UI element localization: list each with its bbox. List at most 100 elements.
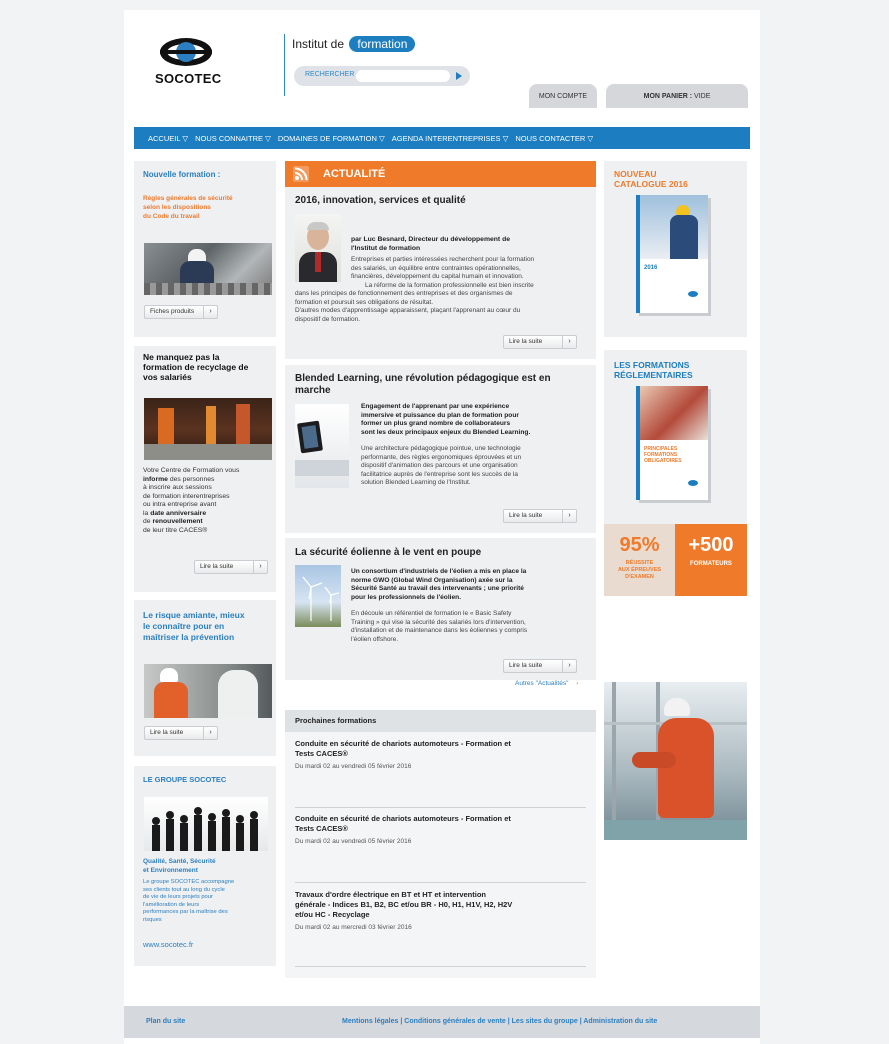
article-title[interactable]: La sécurité éolienne à le vent en poupe: [295, 547, 481, 558]
body-line: Entreprises et parties intéressées reche…: [351, 256, 535, 263]
title-line: NOUVEAU: [614, 169, 657, 179]
rss-icon[interactable]: [293, 166, 309, 182]
institut-label: Institut de: [292, 37, 345, 51]
article2-read-more-button[interactable]: Lire la suite ›: [503, 509, 577, 523]
text-line: de formation interentreprises: [143, 492, 230, 500]
text-line: la date anniversaire: [143, 510, 239, 519]
text-line: de leur titre CACES®: [143, 526, 208, 534]
socotec-logo-icon[interactable]: [154, 32, 218, 96]
text-line: de vie de leurs projets pour: [143, 894, 213, 900]
footer-link-cgv[interactable]: Conditions générales de vente: [404, 1018, 506, 1025]
nav-domaines[interactable]: DOMAINES DE FORMATION ▽: [278, 134, 385, 143]
warehouse-photo: [144, 398, 272, 460]
footer-plan-du-site-link[interactable]: Plan du site: [146, 1018, 185, 1025]
worker-photo: [144, 243, 272, 295]
article-securite-eolienne: La sécurité éolienne à le vent en poupe …: [285, 538, 596, 680]
nav-nous-connaitre[interactable]: NOUS CONNAITRE ▽: [195, 134, 271, 143]
fiches-produits-button[interactable]: Fiches produits ›: [144, 305, 218, 319]
footer-link-administration[interactable]: Administration du site: [583, 1018, 657, 1025]
training-item[interactable]: Conduite en sécurité de chariots automot…: [295, 814, 590, 845]
footer: Plan du site Mentions légales | Conditio…: [124, 1006, 760, 1038]
divider: [295, 882, 586, 883]
footer-link-sites-groupe[interactable]: Les sites du groupe: [512, 1018, 578, 1025]
lead-line: norme GWO (Global Wind Organisation) axé…: [351, 576, 513, 584]
lead-line: pour les professionnels de l'éolien.: [351, 593, 462, 601]
article-title[interactable]: Blended Learning, une révolution pédagog…: [295, 373, 551, 397]
author-line: l'Institut de formation: [351, 244, 421, 252]
cart-value: VIDE: [694, 93, 711, 100]
article1-read-more-button[interactable]: Lire la suite ›: [503, 335, 577, 349]
bold-text: date anniversaire: [150, 509, 207, 517]
stat-reussite: 95% RÉUSSITE AUX ÉPREUVES D'EXAMEN: [604, 524, 675, 596]
stat-label-line: D'EXAMEN: [625, 574, 654, 580]
body-line: des salariés, un équilibre entre contrai…: [351, 264, 521, 272]
subtitle-line: du Code du travail: [143, 213, 200, 220]
tab-mon-compte[interactable]: MON COMPTE: [529, 84, 597, 108]
other-news-label: Autres "Actualités": [515, 680, 569, 687]
stat-label-line: RÉUSSITE: [625, 560, 654, 566]
training-date: Du mardi 02 au vendredi 05 février 2016: [295, 763, 412, 770]
article-title[interactable]: 2016, innovation, services et qualité: [295, 195, 466, 206]
chevron-right-icon: ›: [562, 510, 576, 522]
training-title-line: générale - Indices B1, B2, BC et/ou BR -…: [295, 900, 513, 909]
button-label: Fiches produits: [150, 308, 195, 315]
lead-line: sont les deux principaux enjeux du Blend…: [361, 428, 531, 436]
catalogue-book-image: 2016: [636, 195, 708, 313]
catalogue-panel[interactable]: NOUVEAU CATALOGUE 2016 2016: [604, 161, 747, 337]
button-label: Lire la suite: [509, 662, 543, 669]
text-line: de renouvellement: [143, 518, 239, 527]
training-title-line: Conduite en sécurité de chariots automot…: [295, 814, 511, 823]
reglementaires-book-image: PRINCIPALES FORMATIONS OBLIGATOIRES: [636, 386, 708, 500]
upcoming-trainings-header: Prochaines formations: [285, 710, 596, 732]
title-line: Ne manquez pas la: [143, 352, 220, 362]
body-line: financières, développement du capital hu…: [351, 273, 524, 280]
institut-title: Institut de formation: [292, 36, 416, 52]
text-line: l'amélioration de leurs: [143, 901, 200, 908]
lead-line: Sécurité Santé au travail des intervenan…: [351, 585, 524, 592]
amiante-title[interactable]: Le risque amiante, mieux le connaître po…: [143, 610, 245, 643]
training-title-line: Conduite en sécurité de chariots automot…: [295, 739, 511, 748]
title-line: vos salariés: [143, 372, 192, 382]
footer-link-mentions-legales[interactable]: Mentions légales: [342, 1018, 398, 1025]
catalogue-title: NOUVEAU CATALOGUE 2016: [614, 169, 688, 189]
chevron-right-icon: ›: [576, 680, 579, 687]
text-line: Votre Centre de Formation vous: [143, 467, 240, 474]
recyclage-read-more-button[interactable]: Lire la suite ›: [194, 560, 268, 574]
other-news-link[interactable]: Autres "Actualités" ›: [515, 680, 578, 687]
reglementaires-panel[interactable]: LES FORMATIONS RÉGLEMENTAIRES PRINCIPALE…: [604, 350, 747, 526]
nav-contact[interactable]: NOUS CONTACTER ▽: [515, 134, 593, 143]
title-line: Blended Learning, une révolution pédagog…: [295, 373, 551, 384]
search-go-icon[interactable]: [456, 72, 462, 80]
amiante-photo: [144, 664, 272, 718]
body-line: d'installation et de maintenance dans le…: [351, 627, 528, 634]
lead-line: Engagement de l'apprenant par une expéri…: [361, 403, 510, 410]
actualite-header: ACTUALITÉ: [285, 161, 596, 187]
subtitle-line: Règles générales de sécurité: [143, 195, 233, 202]
new-training-title: Nouvelle formation :: [143, 170, 221, 179]
text-line: ou intra entreprise avant: [143, 501, 217, 508]
search-input[interactable]: [356, 70, 450, 82]
new-training-subtitle[interactable]: Règles générales de sécurité selon les d…: [143, 194, 233, 221]
training-item[interactable]: Conduite en sécurité de chariots automot…: [295, 739, 590, 770]
stat-formateurs: +500 FORMATEURS: [675, 524, 747, 596]
article-body: Une architecture pédagogique pointue, un…: [361, 445, 521, 488]
divider: [295, 807, 586, 808]
nav-agenda[interactable]: AGENDA INTERENTREPRISES ▽: [392, 134, 509, 143]
article-body: En découle un référentiel de formation l…: [351, 610, 527, 644]
lead-line: former un plus grand nombre de collabora…: [361, 420, 511, 427]
cover-line: OBLIGATOIRES: [644, 458, 682, 464]
article-blended-learning: Blended Learning, une révolution pédagog…: [285, 365, 596, 533]
chevron-right-icon: ›: [562, 336, 576, 348]
amiante-read-more-button[interactable]: Lire la suite ›: [144, 726, 218, 740]
nav-accueil[interactable]: ACCUEIL ▽: [148, 134, 188, 143]
crowd-silhouette-photo: [144, 797, 268, 851]
socotec-website-link[interactable]: www.socotec.fr: [143, 940, 193, 949]
body-line: dans les principes de fonctionnement des…: [295, 290, 513, 297]
training-item[interactable]: Travaux d'ordre électrique en BT et HT e…: [295, 890, 590, 931]
training-title-line: et/ou HC - Recyclage: [295, 910, 370, 919]
logo-text: SOCOTEC: [155, 71, 222, 86]
tab-mon-panier[interactable]: MON PANIER : VIDE: [606, 84, 748, 108]
article3-read-more-button[interactable]: Lire la suite ›: [503, 659, 577, 673]
training-date: Du mardi 02 au vendredi 05 février 2016: [295, 838, 412, 845]
button-label: Lire la suite: [150, 729, 184, 736]
